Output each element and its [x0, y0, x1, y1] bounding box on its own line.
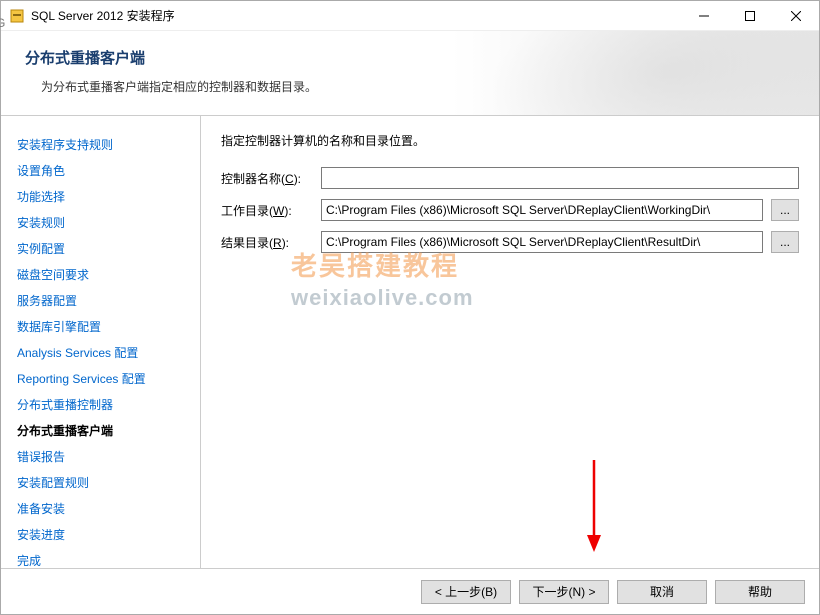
sidebar-item-2[interactable]: 功能选择	[17, 184, 192, 210]
controller-row: 控制器名称(C):	[221, 167, 799, 189]
close-button[interactable]	[773, 1, 819, 30]
watermark-line2: weixiaolive.com	[291, 285, 474, 311]
installer-window: G SQL Server 2012 安装程序 分布式重播客户端 为分布式重播客户…	[0, 0, 820, 615]
next-button[interactable]: 下一步(N) >	[519, 580, 609, 604]
workdir-browse-button[interactable]: ...	[771, 199, 799, 221]
annotation-arrow-icon	[584, 460, 604, 558]
workdir-input[interactable]	[321, 199, 763, 221]
sidebar-item-5[interactable]: 磁盘空间要求	[17, 262, 192, 288]
sidebar-item-11[interactable]: 分布式重播客户端	[17, 418, 192, 444]
left-edge-char: G	[0, 16, 5, 30]
page-header: 分布式重播客户端 为分布式重播客户端指定相应的控制器和数据目录。	[1, 31, 819, 116]
app-icon	[9, 8, 25, 24]
minimize-button[interactable]	[681, 1, 727, 30]
sidebar-item-16[interactable]: 完成	[17, 548, 192, 568]
main-panel: 指定控制器计算机的名称和目录位置。 控制器名称(C): 工作目录(W): ...…	[201, 116, 819, 568]
main-description: 指定控制器计算机的名称和目录位置。	[221, 132, 799, 149]
sidebar-item-12[interactable]: 错误报告	[17, 444, 192, 470]
sidebar-item-6[interactable]: 服务器配置	[17, 288, 192, 314]
sidebar-item-8[interactable]: Analysis Services 配置	[17, 340, 192, 366]
workdir-label: 工作目录(W):	[221, 202, 321, 219]
sidebar-item-3[interactable]: 安装规则	[17, 210, 192, 236]
sidebar-item-1[interactable]: 设置角色	[17, 158, 192, 184]
maximize-button[interactable]	[727, 1, 773, 30]
resultdir-row: 结果目录(R): ...	[221, 231, 799, 253]
cancel-button[interactable]: 取消	[617, 580, 707, 604]
resultdir-label: 结果目录(R):	[221, 234, 321, 251]
sidebar-item-14[interactable]: 准备安装	[17, 496, 192, 522]
resultdir-browse-button[interactable]: ...	[771, 231, 799, 253]
controller-input[interactable]	[321, 167, 799, 189]
sidebar: 安装程序支持规则设置角色功能选择安装规则实例配置磁盘空间要求服务器配置数据库引擎…	[1, 116, 201, 568]
sidebar-item-4[interactable]: 实例配置	[17, 236, 192, 262]
sidebar-item-15[interactable]: 安装进度	[17, 522, 192, 548]
help-button[interactable]: 帮助	[715, 580, 805, 604]
sidebar-item-0[interactable]: 安装程序支持规则	[17, 132, 192, 158]
window-title: SQL Server 2012 安装程序	[31, 7, 681, 24]
titlebar: SQL Server 2012 安装程序	[1, 1, 819, 31]
sidebar-item-10[interactable]: 分布式重播控制器	[17, 392, 192, 418]
sidebar-item-7[interactable]: 数据库引擎配置	[17, 314, 192, 340]
page-title: 分布式重播客户端	[25, 47, 799, 68]
body: 安装程序支持规则设置角色功能选择安装规则实例配置磁盘空间要求服务器配置数据库引擎…	[1, 116, 819, 568]
page-subtitle: 为分布式重播客户端指定相应的控制器和数据目录。	[41, 78, 799, 95]
resultdir-input[interactable]	[321, 231, 763, 253]
back-button[interactable]: < 上一步(B)	[421, 580, 511, 604]
window-controls	[681, 1, 819, 30]
footer: < 上一步(B) 下一步(N) > 取消 帮助	[1, 568, 819, 614]
workdir-row: 工作目录(W): ...	[221, 199, 799, 221]
sidebar-item-9[interactable]: Reporting Services 配置	[17, 366, 192, 392]
sidebar-item-13[interactable]: 安装配置规则	[17, 470, 192, 496]
watermark: 老吴搭建教程 weixiaolive.com	[291, 246, 474, 311]
controller-label: 控制器名称(C):	[221, 170, 321, 187]
